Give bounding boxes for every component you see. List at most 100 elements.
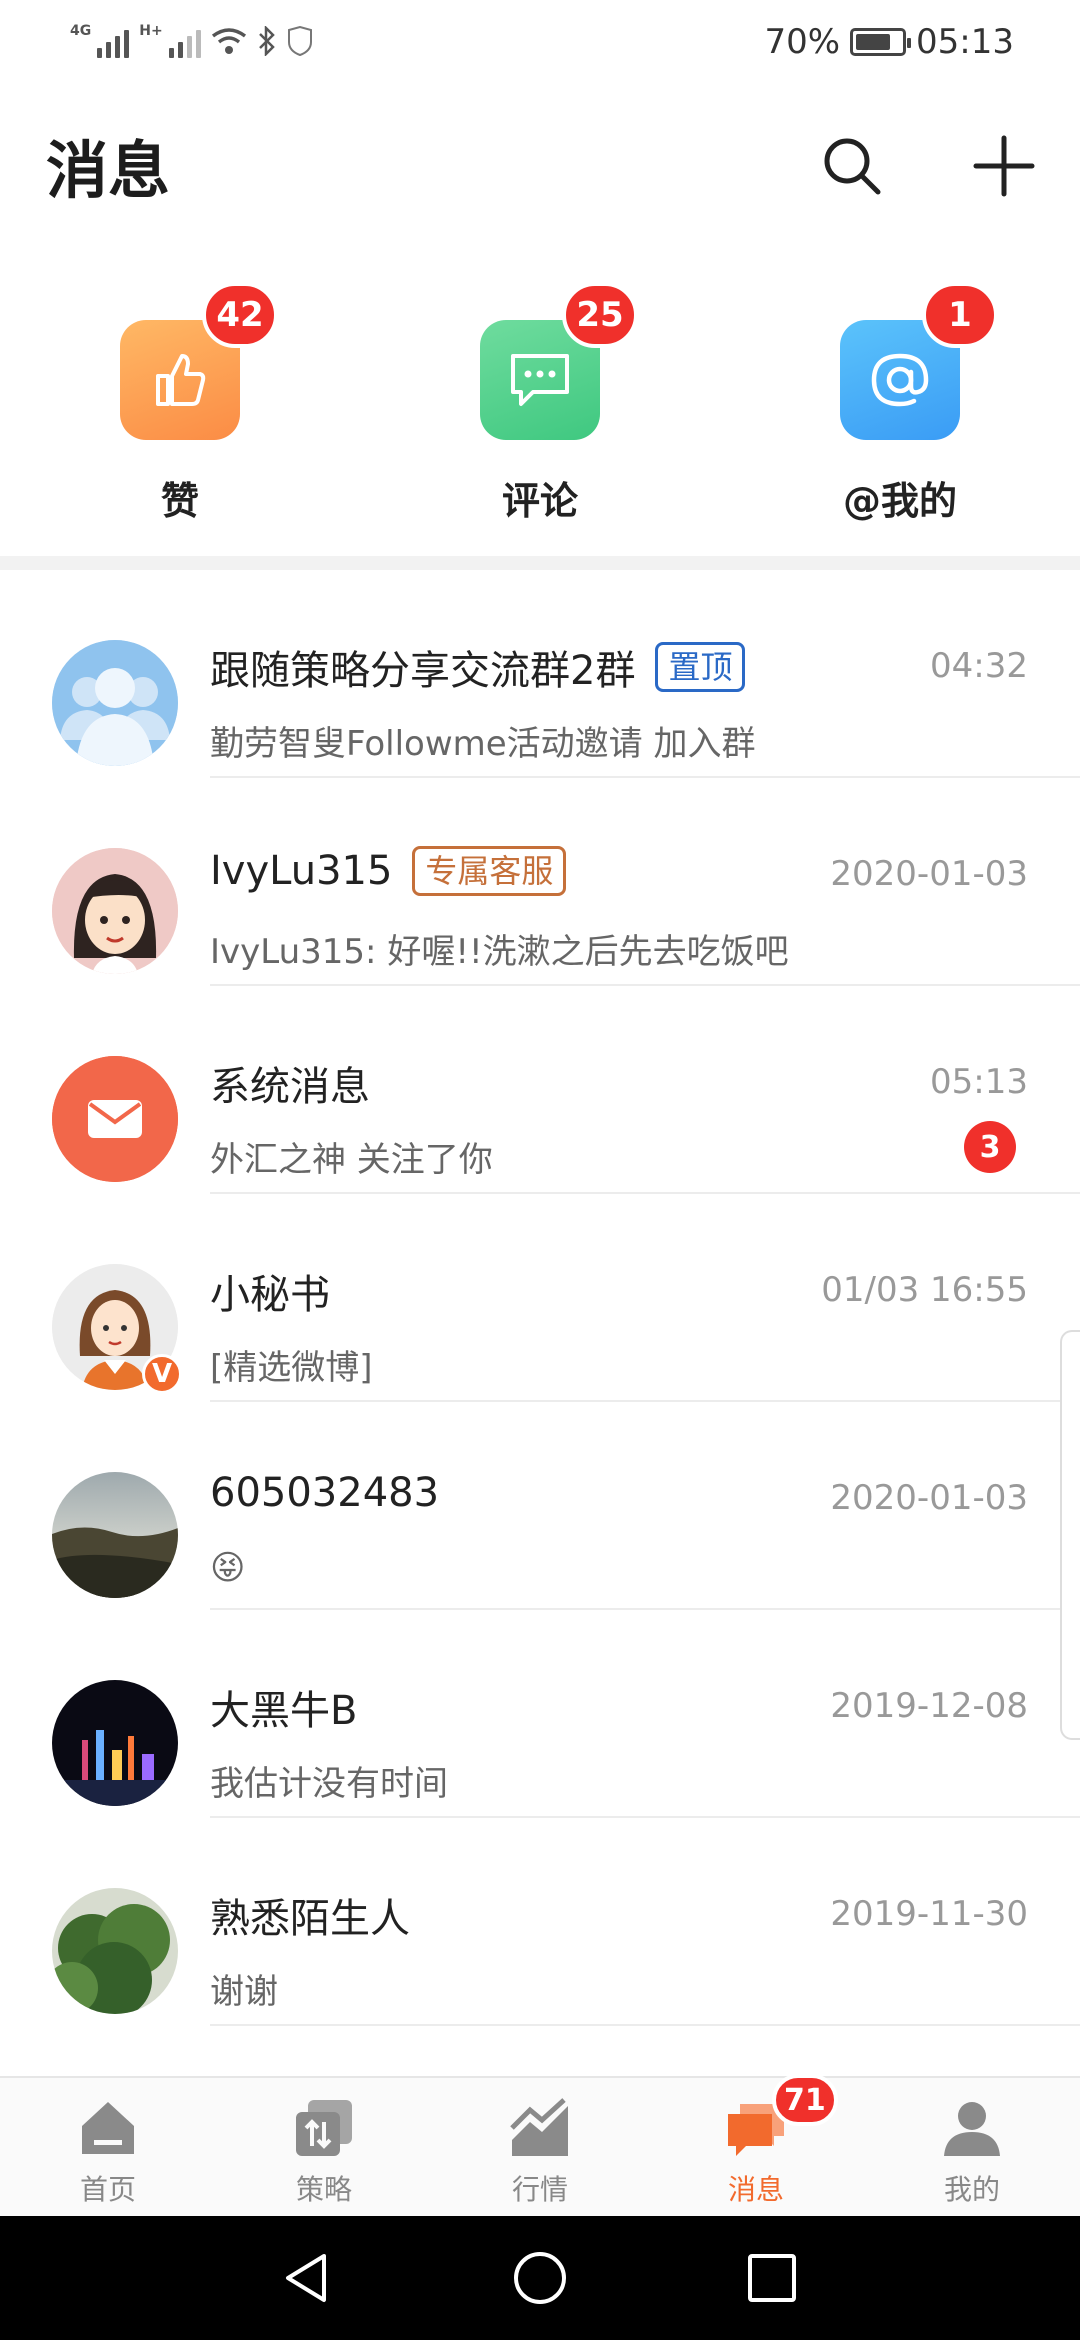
mentions-action[interactable]: 1 @我的 xyxy=(790,282,1010,525)
nav-label: 行情 xyxy=(511,2173,568,2206)
comments-label: 评论 xyxy=(501,479,578,523)
conversation-preview: 😝 xyxy=(210,1548,246,1588)
user-avatar xyxy=(52,1680,178,1806)
nav-label: 我的 xyxy=(943,2173,1000,2206)
list-item[interactable]: 熟悉陌生人 2019-11-30 谢谢 xyxy=(0,1818,1080,2026)
quick-actions: 42 赞 25 评论 1 @我的 xyxy=(0,282,1080,540)
mentions-badge: 1 xyxy=(922,282,998,348)
conversation-time: 04:32 xyxy=(930,646,1028,686)
section-divider xyxy=(0,556,1080,570)
add-button[interactable] xyxy=(964,126,1044,206)
conversation-preview: 勤劳智叟Followme活动邀请 加入群 xyxy=(210,724,756,764)
conversation-title: IvyLu315 xyxy=(210,848,393,894)
conversation-time: 2019-11-30 xyxy=(830,1894,1028,1934)
chat-bubble-icon: 25 xyxy=(480,282,638,440)
support-tag: 专属客服 xyxy=(412,846,567,896)
header: 消息 xyxy=(0,110,1080,220)
comments-action[interactable]: 25 评论 xyxy=(430,282,650,525)
list-item[interactable]: 系统消息 05:13 外汇之神 关注了你 3 xyxy=(0,986,1080,1194)
status-right: 70% 05:13 xyxy=(764,22,1014,62)
conversation-preview: 我估计没有时间 xyxy=(210,1764,448,1804)
conversation-title: 跟随策略分享交流群2群 xyxy=(210,648,636,694)
list-item[interactable]: 大黑牛B 2019-12-08 我估计没有时间 xyxy=(0,1610,1080,1818)
network-type-2-label: H+ xyxy=(139,23,163,39)
row-title-line: IvyLu315 专属客服 xyxy=(210,846,567,896)
bottom-nav: 首页 策略 行情 71 消息 我的 xyxy=(0,2074,1080,2216)
conversation-time: 2019-12-08 xyxy=(830,1686,1028,1726)
likes-action[interactable]: 42 赞 xyxy=(70,282,290,525)
recents-square-icon xyxy=(748,2254,796,2302)
market-chart-icon xyxy=(508,2096,572,2160)
search-icon xyxy=(824,138,881,195)
assistant-avatar: V xyxy=(52,1264,182,1394)
cellular-signal-icon: 4G xyxy=(70,23,130,58)
user-avatar xyxy=(52,1888,178,2014)
shield-icon xyxy=(287,26,312,56)
search-button[interactable] xyxy=(812,126,892,206)
row-title-line: 熟悉陌生人 xyxy=(210,1886,410,1944)
envelope-icon xyxy=(52,1056,178,1182)
bluetooth-icon xyxy=(258,26,275,56)
group-avatar xyxy=(52,640,178,766)
system-message-avatar xyxy=(52,1056,178,1182)
nav-label: 消息 xyxy=(727,2173,784,2206)
list-item[interactable]: 跟随策略分享交流群2群 置顶 04:32 勤劳智叟Followme活动邀请 加入… xyxy=(0,570,1080,778)
row-title-line: 小秘书 xyxy=(210,1262,330,1320)
list-item[interactable]: 605032483 2020-01-03 😝 xyxy=(0,1402,1080,1610)
home-icon xyxy=(76,2096,140,2160)
messages-badge: 71 xyxy=(772,2074,838,2126)
conversation-time: 05:13 xyxy=(930,1062,1028,1102)
row-divider xyxy=(210,2024,1080,2026)
message-icon: 71 xyxy=(724,2074,838,2160)
unread-badge: 3 xyxy=(964,1121,1016,1173)
conversation-title: 大黑牛B xyxy=(210,1688,358,1734)
nav-profile[interactable]: 我的 xyxy=(892,2096,1052,2208)
at-sign-icon: 1 xyxy=(840,282,998,440)
user-avatar xyxy=(52,848,178,974)
nav-home[interactable]: 首页 xyxy=(28,2096,188,2208)
conversation-preview: [精选微博] xyxy=(210,1348,373,1388)
battery-percent: 70% xyxy=(764,22,841,62)
page-title: 消息 xyxy=(46,134,171,207)
scroll-handle[interactable] xyxy=(1060,1330,1080,1740)
nav-market[interactable]: 行情 xyxy=(460,2096,620,2208)
conversation-time: 2020-01-03 xyxy=(830,1478,1028,1518)
list-item[interactable]: V 小秘书 01/03 16:55 [精选微博] xyxy=(0,1194,1080,1402)
pinned-tag: 置顶 xyxy=(655,642,746,692)
verified-badge: V xyxy=(142,1354,182,1394)
conversation-time: 2020-01-03 xyxy=(830,854,1028,894)
clock: 05:13 xyxy=(916,22,1014,62)
row-title-line: 605032483 xyxy=(210,1470,439,1516)
conversation-title: 熟悉陌生人 xyxy=(210,1896,410,1942)
battery-icon xyxy=(850,28,912,56)
conversation-title: 系统消息 xyxy=(210,1064,370,1110)
thumbs-up-icon: 42 xyxy=(120,282,278,440)
nav-strategy[interactable]: 策略 xyxy=(244,2096,404,2208)
status-indicators: 4G H+ xyxy=(70,24,313,58)
nav-label: 策略 xyxy=(295,2173,352,2206)
row-title-line: 跟随策略分享交流群2群 置顶 xyxy=(210,638,746,696)
conversation-preview: 谢谢 xyxy=(210,1972,278,2012)
comments-badge: 25 xyxy=(562,282,638,348)
strategy-icon xyxy=(292,2096,356,2160)
row-title-line: 大黑牛B xyxy=(210,1678,357,1736)
network-type-label: 4G xyxy=(70,23,92,39)
nav-label: 首页 xyxy=(79,2173,136,2206)
conversation-preview: IvyLu315: 好喔!!洗漱之后先去吃饭吧 xyxy=(210,932,789,972)
conversation-title: 605032483 xyxy=(210,1470,440,1516)
user-avatar xyxy=(52,1472,178,1598)
home-button[interactable] xyxy=(508,2246,572,2310)
mentions-label: @我的 xyxy=(842,479,957,523)
list-item[interactable]: IvyLu315 专属客服 2020-01-03 IvyLu315: 好喔!!洗… xyxy=(0,778,1080,986)
nav-messages[interactable]: 71 消息 xyxy=(676,2074,838,2208)
conversation-preview: 外汇之神 关注了你 xyxy=(210,1140,493,1180)
back-button[interactable] xyxy=(276,2246,340,2310)
recents-button[interactable] xyxy=(740,2246,804,2310)
conversation-title: 小秘书 xyxy=(210,1272,330,1318)
likes-label: 赞 xyxy=(160,479,199,523)
profile-icon xyxy=(940,2096,1004,2160)
likes-badge: 42 xyxy=(202,282,278,348)
row-title-line: 系统消息 xyxy=(210,1054,370,1112)
cellular-signal-2-icon: H+ xyxy=(139,23,201,58)
wifi-icon xyxy=(211,28,246,54)
